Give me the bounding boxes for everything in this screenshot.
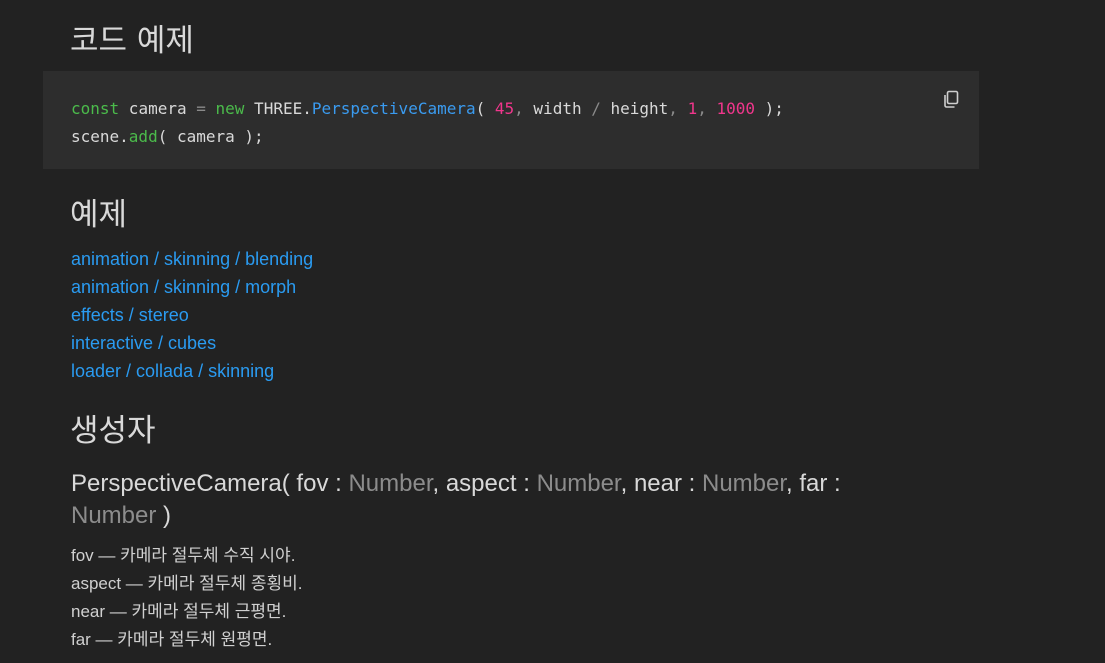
- ctor-type: Number: [348, 470, 433, 497]
- code-token-comma: ,: [697, 99, 717, 118]
- code-token-new: new: [215, 99, 245, 118]
- constructor-heading: 생성자: [70, 413, 156, 449]
- list-item: loader / collada / skinning: [71, 359, 313, 387]
- code-token-number: 45: [494, 99, 515, 118]
- code-token-namespace: THREE.: [244, 99, 312, 118]
- code-token-comma: ,: [514, 99, 534, 118]
- examples-list: animation / skinning / blending animatio…: [71, 247, 313, 387]
- list-item: animation / skinning / morph: [71, 275, 313, 303]
- code-token-height: height: [600, 99, 669, 118]
- params-list: fov — 카메라 절두체 수직 시야. aspect — 카메라 절두체 종횡…: [71, 542, 302, 654]
- code-token-number: 1000: [716, 99, 755, 118]
- list-item: interactive / cubes: [71, 331, 313, 359]
- code-token-paren: (: [475, 99, 495, 118]
- code-token-op: /: [591, 99, 601, 118]
- code-token-comma: ,: [668, 99, 688, 118]
- param-description: far — 카메라 절두체 원평면.: [71, 630, 273, 649]
- code-token-function: add: [128, 127, 158, 146]
- copy-icon: [944, 90, 959, 108]
- ctor-type: Number: [536, 470, 621, 497]
- code-token-class: PerspectiveCamera: [311, 99, 476, 118]
- example-link[interactable]: loader / collada / skinning: [71, 361, 274, 381]
- list-item: animation / skinning / blending: [71, 247, 313, 275]
- example-link[interactable]: interactive / cubes: [71, 333, 216, 353]
- code-token-op: =: [196, 99, 206, 118]
- example-link[interactable]: animation / skinning / blending: [71, 249, 313, 269]
- code-token-var: camera: [119, 99, 197, 118]
- code-line-1: const camera = new THREE.PerspectiveCame…: [71, 95, 784, 123]
- code-token-args: ( camera );: [157, 127, 264, 146]
- code-block: const camera = new THREE.PerspectiveCame…: [43, 71, 979, 169]
- param-description: aspect — 카메라 절두체 종횡비.: [71, 574, 303, 593]
- code-token-object: scene.: [71, 127, 129, 146]
- constructor-signature: PerspectiveCamera( fov : Number, aspect …: [71, 468, 901, 532]
- docs-page: 코드 예제 const camera = new THREE.Perspecti…: [0, 0, 1105, 663]
- ctor-type: Number: [71, 502, 157, 529]
- examples-heading: 예제: [70, 197, 128, 233]
- code-lines: const camera = new THREE.PerspectiveCame…: [71, 95, 784, 151]
- list-item: effects / stereo: [71, 303, 313, 331]
- ctor-param: fov :: [296, 470, 349, 497]
- example-link[interactable]: animation / skinning / morph: [71, 277, 296, 297]
- ctor-param: , aspect :: [432, 470, 537, 497]
- code-example-heading: 코드 예제: [70, 23, 194, 59]
- ctor-name: PerspectiveCamera(: [71, 470, 297, 497]
- ctor-type: Number: [701, 470, 787, 497]
- code-token-width: width: [533, 99, 592, 118]
- param-description: near — 카메라 절두체 근평면.: [71, 602, 287, 621]
- code-line-2: scene.add( camera );: [71, 123, 784, 151]
- copy-button[interactable]: [941, 89, 961, 109]
- code-token-paren: );: [755, 99, 784, 118]
- param-description: fov — 카메라 절두체 수직 시야.: [71, 546, 296, 565]
- ctor-close: ): [156, 502, 172, 529]
- ctor-param: , far :: [786, 470, 841, 497]
- code-token-keyword: const: [71, 99, 120, 118]
- example-link[interactable]: effects / stereo: [71, 305, 189, 325]
- code-token-number: 1: [687, 99, 698, 118]
- ctor-param: , near :: [620, 470, 702, 497]
